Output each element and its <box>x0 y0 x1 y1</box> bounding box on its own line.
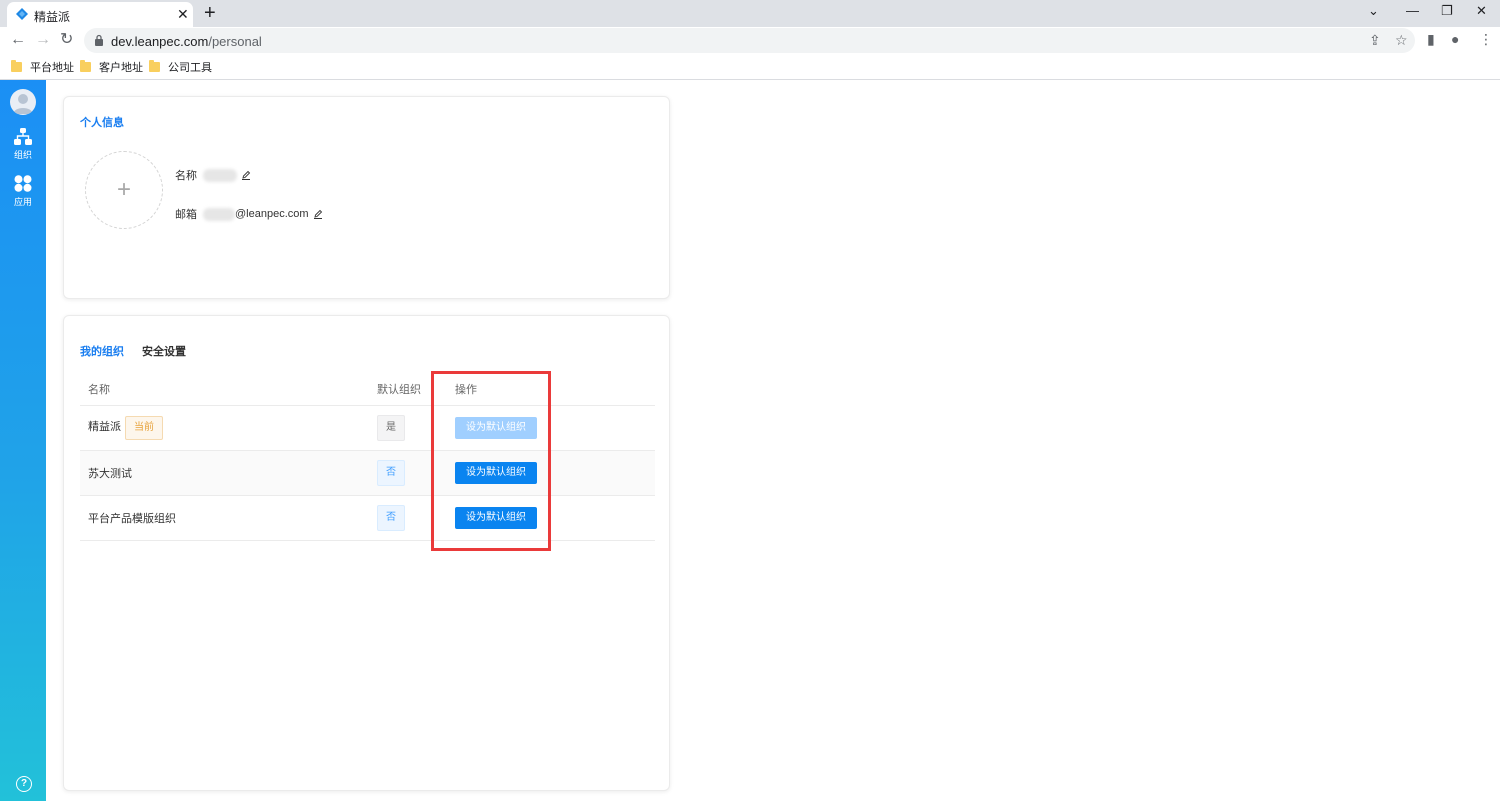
org-name: 平台产品模版组织 <box>88 513 176 525</box>
main-content: 个人信息 + 名称 邮箱 @leanpec.com 我的组织 安全设置 名称 默… <box>46 80 1500 801</box>
orgs-table: 名称 默认组织 操作 精益派 当前 是 设为默认组织 苏大测试 否 设为默认组织… <box>80 373 655 541</box>
profile-card: 个人信息 + 名称 邮箱 @leanpec.com <box>63 96 670 299</box>
folder-icon <box>149 60 160 72</box>
bookmark-item[interactable]: 平台地址 <box>11 59 74 75</box>
table-row: 平台产品模版组织 否 设为默认组织 <box>80 495 655 541</box>
set-default-org-button[interactable]: 设为默认组织 <box>455 507 537 529</box>
email-row: 邮箱 @leanpec.com <box>175 206 323 222</box>
email-domain: @leanpec.com <box>235 208 309 220</box>
sidebar-item-apps[interactable]: 应用 <box>0 175 46 208</box>
tab-security-settings[interactable]: 安全设置 <box>142 343 186 359</box>
orgs-card: 我的组织 安全设置 名称 默认组织 操作 精益派 当前 是 设为默认组织 苏大测… <box>63 315 670 791</box>
apps-icon <box>14 175 32 192</box>
plus-icon: + <box>116 176 131 203</box>
folder-icon <box>80 60 91 72</box>
url-host: dev.leanpec.com <box>111 34 209 49</box>
menu-icon[interactable]: ⋮ <box>1479 31 1493 48</box>
side-panel-icon[interactable]: ▮ <box>1427 31 1435 48</box>
help-icon[interactable]: ? <box>16 776 32 792</box>
action-cell: 设为默认组织 <box>455 495 655 541</box>
org-name-cell: 苏大测试 <box>80 450 377 496</box>
org-tree-icon <box>14 128 32 145</box>
org-name: 精益派 <box>88 421 121 433</box>
name-label: 名称 <box>175 170 197 182</box>
url-path: /personal <box>208 34 262 49</box>
bookmark-label: 平台地址 <box>30 62 74 74</box>
browser-tab[interactable]: 精益派 ✕ <box>7 2 193 27</box>
tab-title: 精益派 <box>34 10 71 24</box>
default-cell: 是 <box>377 405 455 451</box>
name-row: 名称 <box>175 167 251 183</box>
tab-my-orgs[interactable]: 我的组织 <box>80 343 124 359</box>
orgs-tabs: 我的组织 安全设置 <box>80 343 186 359</box>
default-tag: 否 <box>377 505 405 531</box>
avatar[interactable] <box>10 89 36 115</box>
profile-card-title: 个人信息 <box>80 117 124 129</box>
sidebar-item-label: 组织 <box>13 150 32 160</box>
bookmark-star-icon[interactable]: ☆ <box>1395 32 1408 49</box>
email-label: 邮箱 <box>175 209 197 221</box>
new-tab-button[interactable]: + <box>204 2 216 24</box>
column-header-name: 名称 <box>80 373 377 406</box>
share-icon[interactable]: ⇪ <box>1369 32 1381 49</box>
app-sidebar: 组织 应用 ? <box>0 80 46 801</box>
forward-icon[interactable]: → <box>35 30 51 50</box>
default-tag: 是 <box>377 415 405 441</box>
minimize-icon[interactable]: — <box>1406 3 1419 18</box>
org-name: 苏大测试 <box>88 468 132 480</box>
set-default-org-button[interactable]: 设为默认组织 <box>455 462 537 484</box>
column-header-action: 操作 <box>455 373 655 406</box>
app-logo-icon <box>16 8 28 20</box>
browser-toolbar: ← → ↻ dev.leanpec.com/personal ⇪ ☆ ▮ ● ⋮ <box>0 27 1500 54</box>
set-default-org-button[interactable]: 设为默认组织 <box>455 417 537 439</box>
lock-icon <box>95 34 103 46</box>
folder-icon <box>11 60 22 72</box>
bookmark-label: 公司工具 <box>168 62 212 74</box>
table-row: 精益派 当前 是 设为默认组织 <box>80 405 655 451</box>
edit-name-icon[interactable] <box>241 170 251 180</box>
tab-search-icon[interactable]: ⌄ <box>1368 3 1379 19</box>
bookmark-label: 客户地址 <box>99 62 143 74</box>
avatar-upload[interactable]: + <box>85 151 163 229</box>
bookmarks-bar: 平台地址 客户地址 公司工具 <box>0 54 1500 80</box>
org-name-cell: 平台产品模版组织 <box>80 495 377 541</box>
current-badge: 当前 <box>125 416 163 440</box>
sidebar-item-label: 应用 <box>13 197 32 207</box>
default-cell: 否 <box>377 495 455 541</box>
browser-tab-strip: 精益派 ✕ + ⌄ — ❐ ✕ <box>0 0 1500 27</box>
default-tag: 否 <box>377 460 405 486</box>
action-cell: 设为默认组织 <box>455 405 655 451</box>
table-row: 苏大测试 否 设为默认组织 <box>80 450 655 496</box>
back-icon[interactable]: ← <box>10 30 26 50</box>
reload-icon[interactable]: ↻ <box>60 30 73 50</box>
address-bar[interactable]: dev.leanpec.com/personal ⇪ ☆ <box>84 28 1415 53</box>
url-text: dev.leanpec.com/personal <box>111 34 262 49</box>
bookmark-item[interactable]: 公司工具 <box>149 59 212 75</box>
restore-icon[interactable]: ❐ <box>1441 3 1453 19</box>
default-cell: 否 <box>377 450 455 496</box>
email-value-redacted <box>203 207 235 221</box>
name-value-redacted <box>203 168 237 182</box>
table-header-row: 名称 默认组织 操作 <box>80 373 655 406</box>
org-name-cell: 精益派 当前 <box>80 405 377 451</box>
close-window-icon[interactable]: ✕ <box>1476 3 1487 19</box>
sidebar-item-org[interactable]: 组织 <box>0 128 46 161</box>
action-cell: 设为默认组织 <box>455 450 655 496</box>
user-avatar-icon <box>13 94 33 114</box>
column-header-default: 默认组织 <box>377 373 455 406</box>
close-tab-icon[interactable]: ✕ <box>177 6 189 22</box>
bookmark-item[interactable]: 客户地址 <box>80 59 143 75</box>
edit-email-icon[interactable] <box>313 209 323 219</box>
profile-icon[interactable]: ● <box>1451 31 1459 47</box>
